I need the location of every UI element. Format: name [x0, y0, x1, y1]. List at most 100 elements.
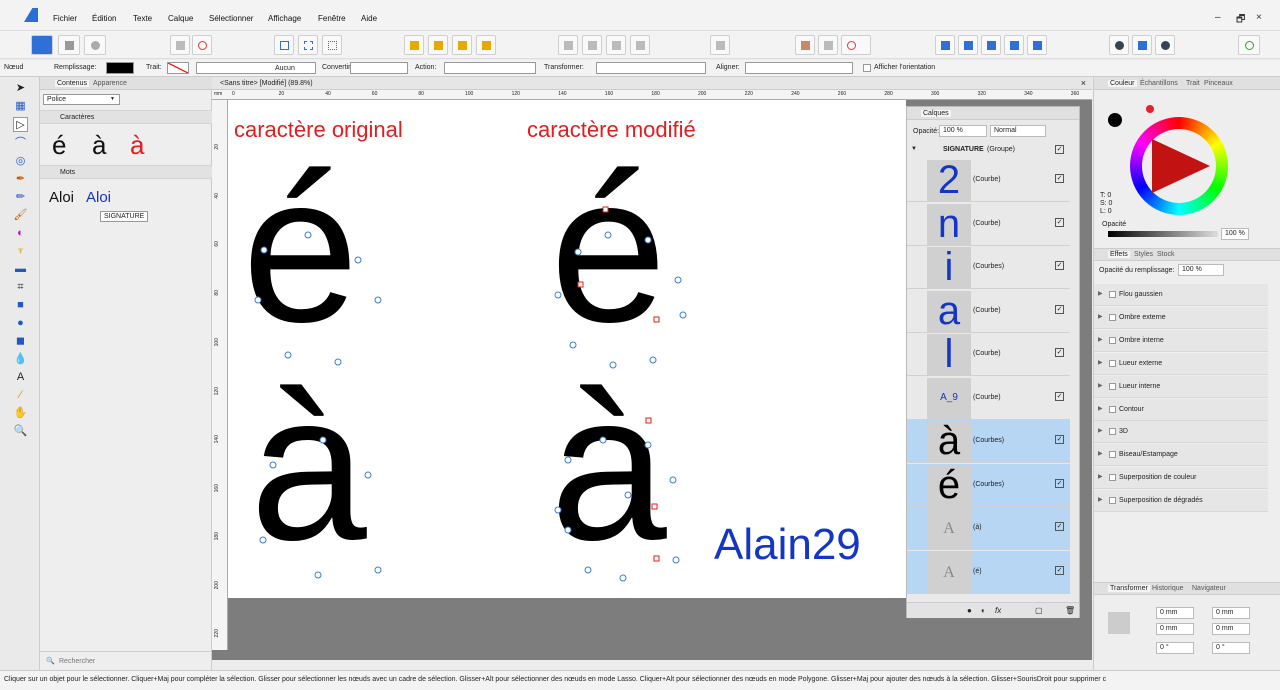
toolbar-btn-8[interactable]: [452, 35, 472, 55]
convert-buttons[interactable]: [350, 62, 408, 74]
effect-row[interactable]: ▶ Contour: [1094, 398, 1268, 421]
fill-color-swatch[interactable]: [1108, 113, 1122, 127]
toolbar-btn-16[interactable]: [818, 35, 838, 55]
close-window-button[interactable]: ×: [1256, 12, 1262, 23]
expand-effect-icon[interactable]: ▶: [1098, 427, 1103, 434]
fill-swatch[interactable]: [106, 62, 134, 74]
toolbar-btn-13[interactable]: [630, 35, 650, 55]
toolbar-btn-5[interactable]: [322, 35, 342, 55]
toolbar-btn-12[interactable]: [606, 35, 626, 55]
toolbar-btn-22[interactable]: [1027, 35, 1047, 55]
transparency-tool-icon[interactable]: ♆: [13, 244, 28, 259]
search-field[interactable]: 🔍 Rechercher: [40, 651, 212, 670]
section-mots[interactable]: Mots: [40, 165, 212, 179]
layer-visibility-checkbox[interactable]: ✓: [1055, 435, 1064, 444]
place-image-tool-icon[interactable]: ▬: [13, 262, 28, 277]
layer-visibility-checkbox[interactable]: ✓: [1055, 174, 1064, 183]
menu-fichier[interactable]: Fichier: [53, 14, 77, 23]
layer-row[interactable]: A (à) ✓: [907, 507, 1070, 550]
group-visibility-checkbox[interactable]: ✓: [1055, 145, 1064, 154]
tab-apparence[interactable]: Apparence: [93, 80, 127, 87]
brush-tool-icon[interactable]: 🖌: [13, 208, 28, 223]
toolbar-btn-11[interactable]: [582, 35, 602, 55]
toolbar-btn-25[interactable]: [1155, 35, 1175, 55]
effect-checkbox[interactable]: [1109, 497, 1116, 505]
layers-opacity-input[interactable]: 100 %: [939, 125, 987, 137]
toolbar-btn-24[interactable]: [1132, 35, 1152, 55]
pen-tool-icon[interactable]: ✒: [13, 172, 28, 187]
tab-effets[interactable]: Effets: [1108, 251, 1130, 258]
word-asset-1[interactable]: Aloi: [49, 189, 74, 206]
y-input[interactable]: 0 mm: [1156, 623, 1194, 635]
height-input[interactable]: 0 mm: [1212, 623, 1250, 635]
document-page[interactable]: caractère original caractère modifié é à…: [228, 100, 906, 598]
expand-effect-icon[interactable]: ▶: [1098, 405, 1103, 412]
expand-effect-icon[interactable]: ▶: [1098, 382, 1103, 389]
expand-effect-icon[interactable]: ▶: [1098, 336, 1103, 343]
menu-selectionner[interactable]: Sélectionner: [209, 14, 253, 23]
menu-aide[interactable]: Aide: [361, 14, 377, 23]
text-tool-icon[interactable]: A: [13, 370, 28, 385]
effect-checkbox[interactable]: [1109, 405, 1116, 413]
toolbar-btn-18[interactable]: [935, 35, 955, 55]
effect-checkbox[interactable]: [1109, 336, 1116, 344]
char-a-asset[interactable]: à: [92, 130, 106, 161]
node-tool-icon[interactable]: ▷: [13, 117, 28, 132]
expand-effect-icon[interactable]: ▶: [1098, 359, 1103, 366]
toolbar-btn-19[interactable]: [958, 35, 978, 55]
anchor-grid[interactable]: [1108, 612, 1130, 634]
toolbar-btn-20[interactable]: [981, 35, 1001, 55]
rectangle-tool-icon[interactable]: ■: [13, 298, 28, 313]
menu-edition[interactable]: Édition: [92, 14, 116, 23]
persona-pixel-button[interactable]: [58, 35, 80, 55]
restore-button[interactable]: 🗗: [1236, 12, 1245, 29]
effect-row[interactable]: ▶ Superposition de dégradés: [1094, 490, 1268, 513]
signature-text[interactable]: Alain29: [714, 520, 861, 570]
toolbar-btn-6[interactable]: [404, 35, 424, 55]
expand-group-icon[interactable]: ▼: [911, 146, 917, 152]
layer-row[interactable]: n (Courbe) ✓: [907, 203, 1070, 246]
expand-effect-icon[interactable]: ▶: [1098, 473, 1103, 480]
layer-row[interactable]: A (é) ✓: [907, 550, 1070, 594]
effect-checkbox[interactable]: [1109, 428, 1116, 436]
layer-row[interactable]: é (Courbes) ✓: [907, 463, 1070, 507]
artboard-tool-icon[interactable]: ▦: [13, 99, 28, 114]
toolbar-btn-9[interactable]: [476, 35, 496, 55]
move-tool-icon[interactable]: ➤: [13, 81, 28, 96]
hand-tool-icon[interactable]: ✋: [13, 406, 28, 421]
tab-navigateur[interactable]: Navigateur: [1192, 585, 1226, 592]
expand-effect-icon[interactable]: ▶: [1098, 450, 1103, 457]
layer-row[interactable]: à (Courbes) ✓: [907, 420, 1070, 463]
toolbar-btn-15[interactable]: [795, 35, 815, 55]
layer-visibility-checkbox[interactable]: ✓: [1055, 217, 1064, 227]
expand-effect-icon[interactable]: ▶: [1098, 496, 1103, 503]
menu-affichage[interactable]: Affichage: [268, 14, 301, 23]
effect-checkbox[interactable]: [1109, 474, 1116, 482]
fill-opacity-input[interactable]: 100 %: [1178, 264, 1224, 276]
transform-buttons[interactable]: [596, 62, 706, 74]
layer-row[interactable]: l (Courbe) ✓: [907, 333, 1070, 376]
menu-fenetre[interactable]: Fenêtre: [318, 14, 346, 23]
char-a-modified-asset[interactable]: à: [130, 130, 144, 161]
persona-export-button[interactable]: [84, 35, 106, 55]
layer-row[interactable]: a (Courbe) ✓: [907, 290, 1070, 333]
layer-visibility-checkbox[interactable]: ✓: [1055, 261, 1064, 270]
stroke-swatch[interactable]: [167, 62, 189, 74]
toolbar-btn-21[interactable]: [1004, 35, 1024, 55]
layer-visibility-checkbox[interactable]: ✓: [1055, 478, 1064, 488]
layer-row[interactable]: 2 (Courbe) ✓: [907, 159, 1070, 202]
font-dropdown[interactable]: Police ▼: [43, 94, 120, 105]
char-e-asset[interactable]: é: [52, 130, 66, 161]
shear-input[interactable]: 0 °: [1212, 642, 1250, 654]
layer-visibility-checkbox[interactable]: ✓: [1055, 348, 1064, 357]
layer-visibility-checkbox[interactable]: ✓: [1055, 391, 1064, 401]
effect-checkbox[interactable]: [1109, 382, 1116, 390]
effect-row[interactable]: ▶ Flou gaussien: [1094, 284, 1268, 306]
layer-mask-icon[interactable]: ●: [967, 606, 972, 615]
action-buttons[interactable]: [444, 62, 536, 74]
layer-visibility-checkbox[interactable]: ✓: [1055, 304, 1064, 314]
expand-effect-icon[interactable]: ▶: [1098, 290, 1103, 297]
effect-row[interactable]: ▶ Ombre externe: [1094, 306, 1268, 329]
toolbar-btn-2[interactable]: [192, 35, 212, 55]
layer-visibility-checkbox[interactable]: ✓: [1055, 522, 1064, 531]
